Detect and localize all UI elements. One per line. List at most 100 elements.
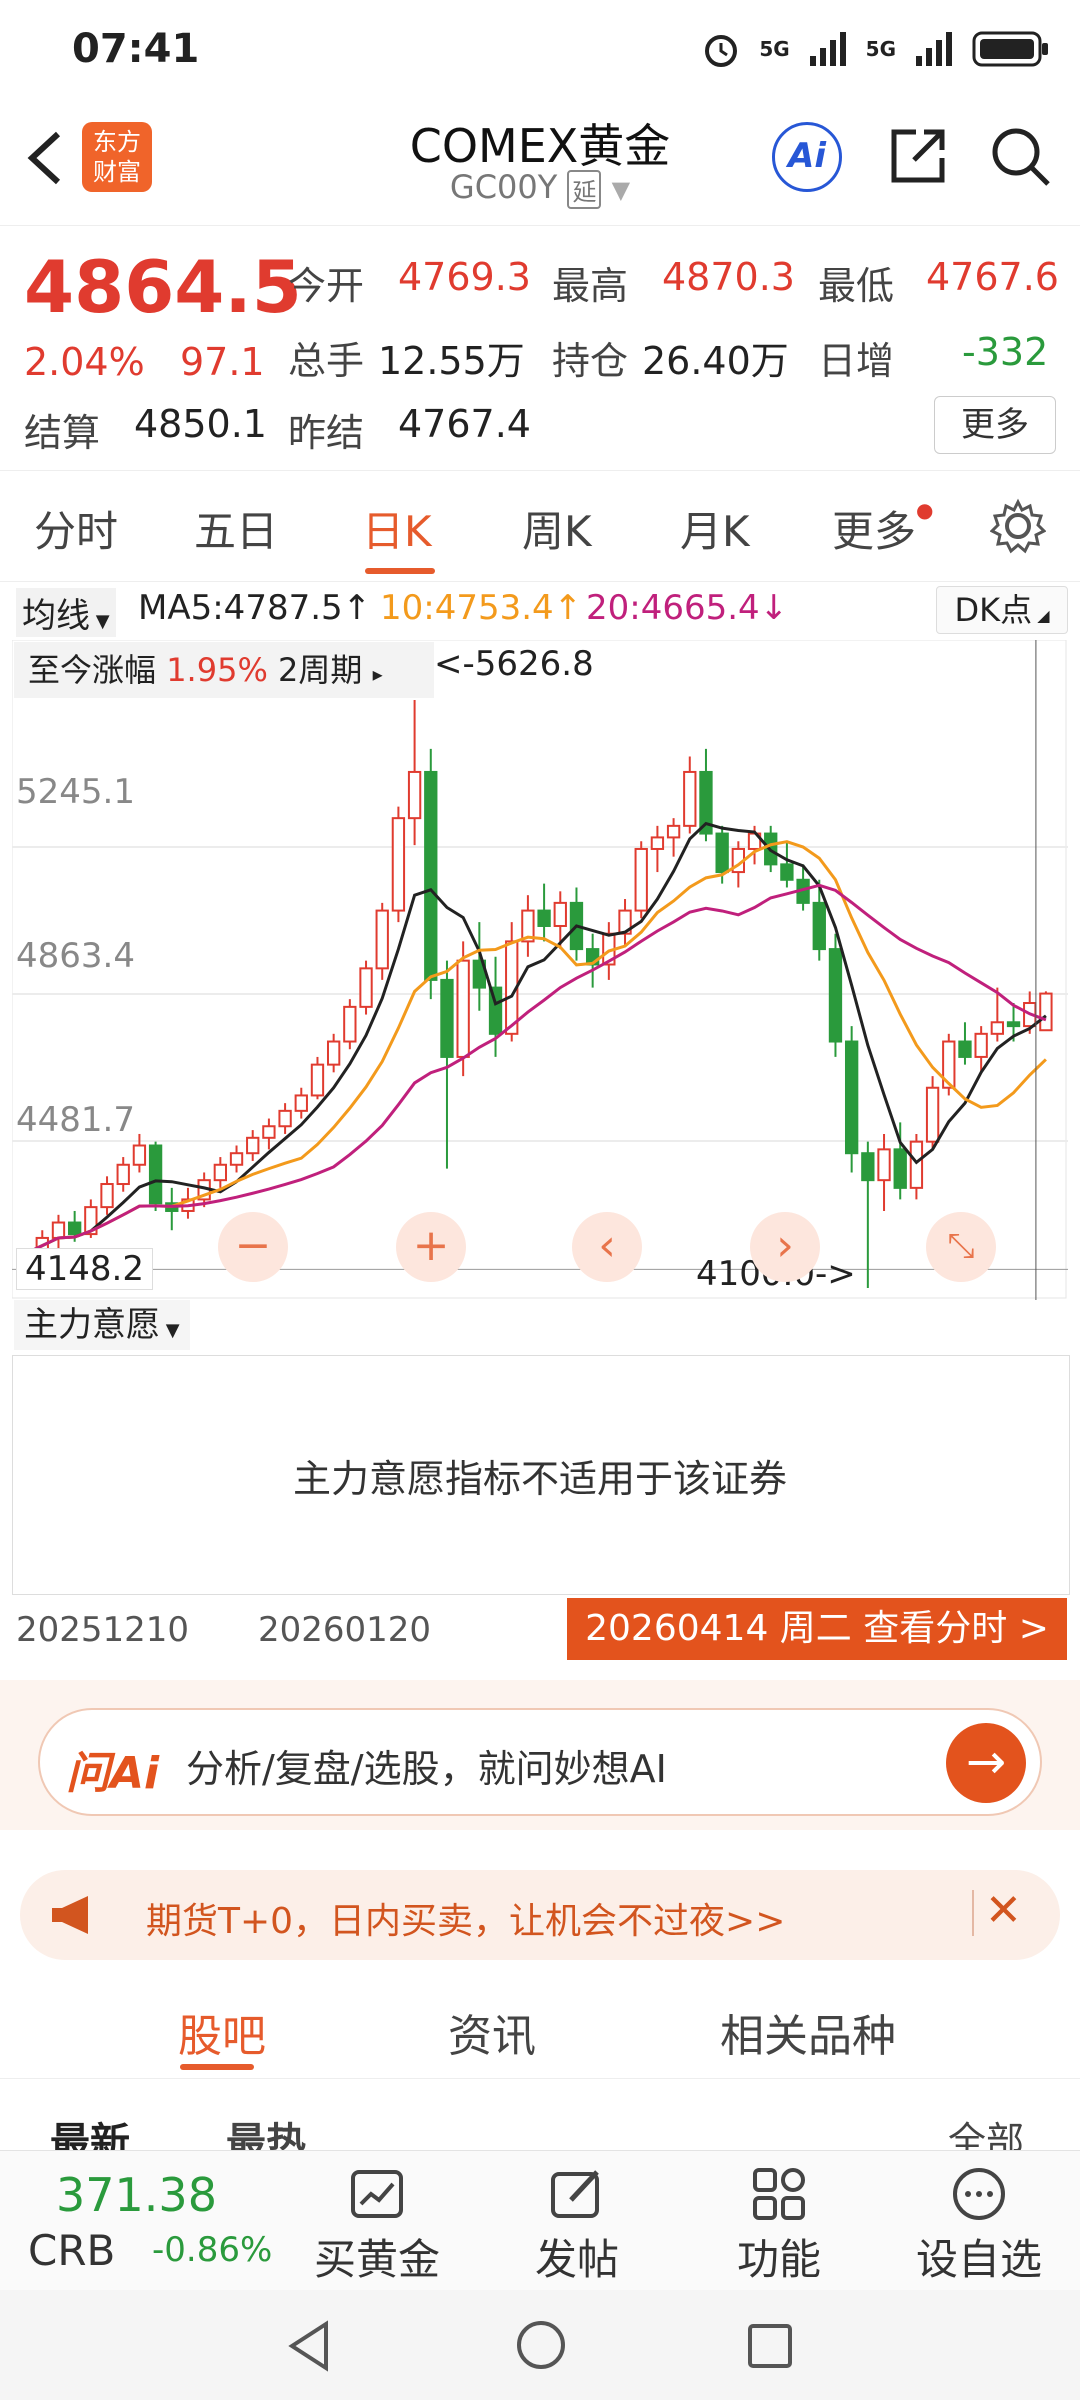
scroll-left-button[interactable]: ‹ xyxy=(572,1212,642,1282)
candle-body xyxy=(148,1144,163,1205)
search-icon[interactable] xyxy=(988,124,1054,190)
nav-recent-icon[interactable] xyxy=(744,2320,796,2372)
ma-line-ma10 xyxy=(25,840,1047,1255)
crb-value[interactable]: 371.38 xyxy=(56,2168,217,2222)
caret-down-icon: ▼ xyxy=(160,1320,180,1341)
tab-intraday[interactable]: 分时 xyxy=(34,498,118,559)
signal-icon xyxy=(916,32,952,66)
candle-body xyxy=(958,1040,972,1058)
prev-settle-value: 4767.4 xyxy=(398,402,531,446)
zoom-in-button[interactable]: + xyxy=(396,1212,466,1282)
volume-label: 总手 xyxy=(288,339,365,383)
period-span: 2周期 xyxy=(278,651,363,689)
post-button[interactable]: 发帖 xyxy=(502,2166,652,2287)
nav-home-icon[interactable] xyxy=(514,2318,568,2372)
candle-body xyxy=(634,847,648,912)
scroll-right-button[interactable]: › xyxy=(750,1212,820,1282)
candle-body xyxy=(310,1063,325,1097)
promo-text: 期货T+0，日内买卖，让机会不过夜>> xyxy=(146,1901,786,1942)
min-price-label: 4148.2 xyxy=(16,1248,153,1290)
candle-body xyxy=(229,1152,244,1166)
alarm-icon xyxy=(705,35,738,67)
period-change-value: 1.95% xyxy=(166,651,268,689)
share-icon[interactable] xyxy=(886,124,950,188)
open-label: 今开 xyxy=(288,264,365,308)
fullscreen-icon[interactable]: ⤡ xyxy=(926,1212,996,1282)
buy-gold-button[interactable]: 买黄金 xyxy=(302,2166,452,2287)
low-value: 4767.6 xyxy=(926,255,1059,299)
ma-select[interactable]: 均线 ▼ xyxy=(16,588,116,637)
ma-select-label: 均线 xyxy=(22,596,90,636)
candle-body xyxy=(893,1148,907,1189)
last-price: 4864.5 xyxy=(24,245,302,329)
chevron-down-icon: ▼ xyxy=(611,176,631,204)
tab-forum[interactable]: 股吧 xyxy=(178,2000,266,2064)
candle-body xyxy=(359,967,373,1008)
promo-divider xyxy=(972,1890,974,1936)
candle-body xyxy=(262,1125,276,1139)
candle-body xyxy=(424,770,438,981)
period-change-box[interactable]: 至今涨幅 1.95% 2周期 ▸ xyxy=(14,642,434,698)
volume-value: 12.55万 xyxy=(378,339,525,383)
system-icons: 5G 5G xyxy=(701,26,1050,72)
indicator-select-label: 主力意愿 xyxy=(24,1305,160,1345)
candle-body xyxy=(132,1144,147,1166)
nav-back-icon[interactable] xyxy=(284,2318,334,2374)
candle-body xyxy=(116,1163,130,1186)
candle-body xyxy=(828,948,843,1043)
candle-body xyxy=(780,863,794,881)
close-icon[interactable]: ✕ xyxy=(985,1885,1022,1936)
candle-body xyxy=(213,1163,228,1182)
candle-body xyxy=(990,1021,1005,1035)
change-value: 97.1 xyxy=(180,340,265,384)
status-time: 07:41 xyxy=(72,26,200,72)
period-change-label: 至今涨幅 xyxy=(28,651,157,689)
crb-name[interactable]: CRB xyxy=(28,2226,115,2275)
indicator-select[interactable]: 主力意愿 ▼ xyxy=(14,1300,190,1350)
dk-point-button[interactable]: DK点 ◢ xyxy=(936,586,1068,634)
candle-body xyxy=(1006,1021,1021,1028)
candle-body xyxy=(1039,992,1053,1032)
date-label-start: 20251210 xyxy=(16,1610,190,1650)
settings-gear-icon[interactable] xyxy=(990,498,1046,554)
view-intraday-button[interactable]: 20260414 周二 查看分时 > xyxy=(567,1598,1067,1660)
candle-body xyxy=(391,817,406,912)
arrow-right-icon[interactable]: → xyxy=(946,1723,1026,1803)
ai-button[interactable]: Ai xyxy=(772,122,842,192)
candle-body xyxy=(650,836,665,850)
functions-label: 功能 xyxy=(736,2235,821,2284)
candle-body xyxy=(974,1032,988,1058)
candle-body xyxy=(909,1140,924,1189)
candle-body xyxy=(861,1152,875,1182)
candle-body xyxy=(812,901,826,951)
tab-more[interactable]: 更多● xyxy=(832,498,933,559)
tab-weekly-k[interactable]: 周K xyxy=(522,498,592,559)
tab-monthly-k[interactable]: 月K xyxy=(680,498,750,559)
functions-button[interactable]: 功能 xyxy=(704,2166,854,2287)
tab-five-day[interactable]: 五日 xyxy=(194,498,278,559)
y-tick-3: 4481.7 xyxy=(16,1100,135,1140)
max-price-marker: <-5626.8 xyxy=(434,644,594,684)
indicator-message: 主力意愿指标不适用于该证券 xyxy=(292,1457,787,1501)
ma5-label: MA5:4787.5↑ xyxy=(138,588,372,628)
ma10-label: 10:4753.4↑ xyxy=(380,588,583,628)
active-tab-indicator xyxy=(365,568,435,574)
candle-body xyxy=(278,1109,292,1128)
tab-daily-k[interactable]: 日K xyxy=(362,498,432,559)
tab-more-label: 更多 xyxy=(832,507,917,556)
megaphone-icon xyxy=(52,1896,88,1934)
candle-body xyxy=(683,770,697,827)
ai-logo: 问Ai xyxy=(66,1748,160,1799)
candle-body xyxy=(343,1005,357,1043)
crb-change[interactable]: -0.86% xyxy=(152,2230,272,2270)
tab-related[interactable]: 相关品种 xyxy=(720,2000,896,2064)
post-label: 发帖 xyxy=(534,2235,619,2284)
tab-news[interactable]: 资讯 xyxy=(448,2000,536,2064)
zoom-out-button[interactable]: − xyxy=(218,1212,288,1282)
date-label-mid: 20260120 xyxy=(258,1610,432,1650)
kline-chart[interactable] xyxy=(12,640,1068,1300)
more-quote-button[interactable]: 更多 xyxy=(934,396,1056,454)
delay-tag: 延 xyxy=(567,169,602,209)
caret-down-icon: ▼ xyxy=(90,611,110,632)
add-watchlist-button[interactable]: 设自选 xyxy=(904,2166,1054,2287)
